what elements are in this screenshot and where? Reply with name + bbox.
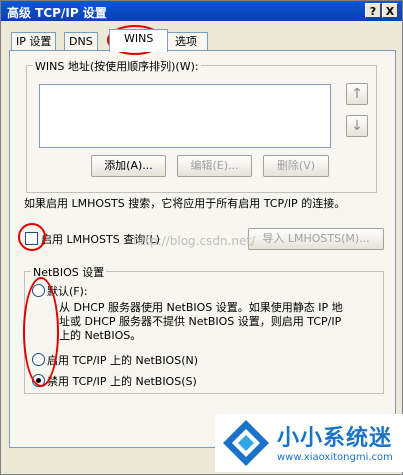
wins-address-list[interactable] <box>39 84 331 148</box>
lmhosts-info-text: 如果启用 LMHOSTS 搜索，它将应用于所有启用 TCP/IP 的连接。 <box>24 197 346 210</box>
logo-text: 小小系统迷 <box>277 426 393 451</box>
arrow-down-icon: ↓ <box>351 118 363 134</box>
wins-address-group: WINS 地址(按使用顺序排列)(W): ↑ ↓ 添加(A)... 编辑(E).… <box>26 58 377 193</box>
netbios-enable-label[interactable]: 启用 TCP/IP 上的 NetBIOS(N) <box>47 352 198 368</box>
logo-url: www.xiaoxitongmi.com <box>277 452 393 463</box>
netbios-group-label: NetBIOS 设置 <box>31 264 107 280</box>
netbios-settings-group: NetBIOS 设置 默认(F): 从 DHCP 服务器使用 NetBIOS 设… <box>24 264 384 394</box>
edit-wins-button[interactable]: 编辑(E)... <box>177 155 252 177</box>
add-wins-button[interactable]: 添加(A)... <box>91 155 166 177</box>
site-logo: 小小系统迷 www.xiaoxitongmi.com <box>215 414 403 472</box>
window-title: 高级 TCP/IP 设置 <box>7 6 107 20</box>
netbios-default-radio[interactable] <box>32 284 45 297</box>
netbios-default-label[interactable]: 默认(F): <box>47 283 88 299</box>
lmhosts-checkbox[interactable] <box>25 232 38 245</box>
advanced-tcpip-dialog: 高级 TCP/IP 设置 ? X IP 设置 DNS WINS 选项 WINS … <box>0 0 403 475</box>
netbios-disable-label[interactable]: 禁用 TCP/IP 上的 NetBIOS(S) <box>47 373 197 389</box>
move-up-button[interactable]: ↑ <box>346 83 368 105</box>
netbios-default-desc-3: 上的 NetBIOS。 <box>59 329 142 342</box>
tab-dns[interactable]: DNS <box>64 32 98 51</box>
netbios-enable-radio[interactable] <box>32 353 45 366</box>
import-lmhosts-button[interactable]: 导入 LMHOSTS(M)... <box>248 228 384 250</box>
tab-options[interactable]: 选项 <box>164 32 208 51</box>
title-bar[interactable]: 高级 TCP/IP 设置 ? X <box>1 1 402 21</box>
wins-group-label: WINS 地址(按使用顺序排列)(W): <box>33 58 201 74</box>
arrow-up-icon: ↑ <box>351 86 363 102</box>
netbios-disable-radio[interactable] <box>32 374 45 387</box>
tab-ip-settings[interactable]: IP 设置 <box>11 32 57 51</box>
help-button[interactable]: ? <box>365 3 381 18</box>
tab-panel-wins: WINS 地址(按使用顺序排列)(W): ↑ ↓ 添加(A)... 编辑(E).… <box>9 50 396 448</box>
watermark-text: http://blog.csdn.net/ <box>133 234 256 248</box>
close-button[interactable]: X <box>382 3 398 18</box>
move-down-button[interactable]: ↓ <box>346 115 368 137</box>
logo-emblem-icon <box>223 420 269 466</box>
tab-wins[interactable]: WINS <box>109 29 169 52</box>
delete-wins-button[interactable]: 删除(V) <box>263 155 329 177</box>
